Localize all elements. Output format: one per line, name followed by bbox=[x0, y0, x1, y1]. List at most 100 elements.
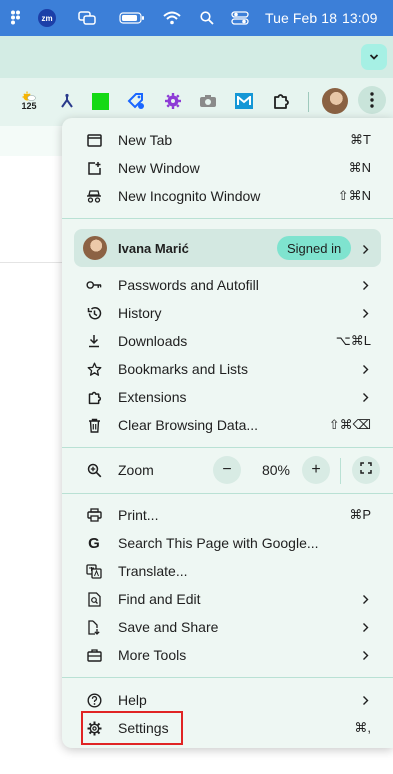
new-tab-icon bbox=[86, 132, 102, 148]
control-center-icon[interactable] bbox=[231, 10, 249, 26]
menubar-time[interactable]: 13:09 bbox=[342, 10, 378, 26]
profile-avatar[interactable] bbox=[322, 88, 348, 114]
green-extension-button[interactable] bbox=[89, 90, 111, 112]
download-icon bbox=[86, 333, 102, 349]
figma-icon[interactable] bbox=[9, 10, 23, 26]
zoom-app-icon[interactable]: zm bbox=[38, 9, 56, 27]
menu-item-label: New Incognito Window bbox=[118, 188, 261, 204]
screens-icon[interactable] bbox=[78, 10, 96, 26]
menu-item-save-and-share[interactable]: Save and Share bbox=[62, 613, 393, 641]
menu-item-help[interactable]: Help bbox=[62, 686, 393, 714]
spotlight-search-icon[interactable] bbox=[199, 10, 215, 26]
chevron-right-icon bbox=[361, 279, 369, 291]
wifi-icon[interactable] bbox=[163, 10, 181, 26]
chrome-menu-button[interactable] bbox=[358, 86, 386, 114]
page-divider bbox=[0, 262, 62, 263]
find-icon bbox=[86, 591, 102, 607]
zoom-in-button[interactable]: + bbox=[302, 456, 330, 484]
shortcut-text: ⌘N bbox=[348, 160, 371, 175]
chevron-right-icon bbox=[361, 649, 369, 661]
extensions-button[interactable] bbox=[270, 90, 292, 112]
help-icon bbox=[86, 692, 102, 708]
tab-search-button[interactable] bbox=[361, 44, 387, 70]
chevron-right-icon bbox=[361, 593, 369, 605]
tag-extension-button[interactable] bbox=[125, 90, 147, 112]
page-content-area bbox=[0, 126, 62, 156]
weather-extension-button[interactable]: 125 bbox=[17, 88, 41, 114]
menu-item-bookmarks-lists[interactable]: Bookmarks and Lists bbox=[62, 355, 393, 383]
signed-in-badge: Signed in bbox=[277, 236, 352, 260]
menu-item-downloads[interactable]: Downloads ⌥⌘L bbox=[62, 327, 393, 355]
chevron-right-icon bbox=[361, 621, 369, 633]
tab-strip bbox=[0, 36, 393, 78]
shortcut-text: ⌘, bbox=[354, 720, 371, 735]
menu-item-new-window[interactable]: New Window ⌘N bbox=[62, 154, 393, 182]
menu-divider bbox=[62, 218, 393, 219]
key-icon bbox=[86, 277, 102, 293]
puzzle-icon bbox=[86, 389, 102, 405]
menu-divider bbox=[62, 677, 393, 678]
camera-icon bbox=[200, 95, 216, 107]
purple-gear-icon bbox=[165, 93, 181, 109]
menu-item-clear-browsing-data[interactable]: Clear Browsing Data... ⇧⌘⌫ bbox=[62, 411, 393, 439]
chevron-right-icon bbox=[361, 307, 369, 319]
chevron-right-icon bbox=[361, 391, 369, 403]
menu-item-label: Save and Share bbox=[118, 619, 219, 635]
menu-item-label: Find and Edit bbox=[118, 591, 201, 607]
menu-item-translate[interactable]: Translate... bbox=[62, 557, 393, 585]
menu-item-label: Print... bbox=[118, 507, 159, 523]
menu-item-label: Bookmarks and Lists bbox=[118, 361, 248, 377]
google-icon: G bbox=[88, 534, 100, 552]
profile-avatar-small bbox=[83, 236, 107, 260]
shortcut-text: ⇧⌘N bbox=[337, 188, 371, 203]
incognito-icon bbox=[86, 188, 102, 204]
trash-icon bbox=[86, 417, 102, 433]
shortcut-text: ⇧⌘⌫ bbox=[328, 417, 371, 432]
menu-item-extensions[interactable]: Extensions bbox=[62, 383, 393, 411]
battery-icon[interactable] bbox=[118, 10, 146, 26]
zoom-out-button[interactable]: − bbox=[213, 456, 241, 484]
menu-item-new-incognito-window[interactable]: New Incognito Window ⇧⌘N bbox=[62, 182, 393, 210]
menu-item-new-tab[interactable]: New Tab ⌘T bbox=[62, 126, 393, 154]
menu-item-label: Search This Page with Google... bbox=[118, 535, 319, 551]
shortcut-text: ⌘P bbox=[349, 507, 371, 522]
menu-item-search-with-google[interactable]: G Search This Page with Google... bbox=[62, 529, 393, 557]
kebab-icon bbox=[370, 92, 374, 108]
menu-item-label: New Tab bbox=[118, 132, 173, 148]
tag-icon bbox=[127, 93, 144, 109]
menu-item-label: Translate... bbox=[118, 563, 188, 579]
shortcut-text: ⌘T bbox=[350, 132, 371, 147]
translate-icon bbox=[86, 563, 102, 579]
screenshot-extension-button[interactable] bbox=[197, 90, 219, 112]
profile-name: Ivana Marić bbox=[118, 241, 189, 256]
green-square-icon bbox=[91, 92, 109, 110]
chevron-right-icon bbox=[361, 363, 369, 375]
new-window-icon bbox=[86, 160, 102, 176]
fullscreen-button[interactable] bbox=[352, 456, 380, 484]
menu-item-label: History bbox=[118, 305, 162, 321]
menu-item-label: More Tools bbox=[118, 647, 187, 663]
fork-icon bbox=[61, 93, 73, 108]
settings-highlight-box bbox=[81, 711, 183, 745]
menu-item-print[interactable]: Print... ⌘P bbox=[62, 501, 393, 529]
puzzle-icon bbox=[274, 94, 289, 109]
profile-row[interactable]: Ivana Marić Signed in bbox=[74, 229, 381, 267]
zoom-magnifier-icon bbox=[86, 462, 102, 478]
menu-item-passwords-autofill[interactable]: Passwords and Autofill bbox=[62, 271, 393, 299]
history-icon bbox=[86, 305, 102, 321]
toolbar-separator bbox=[308, 92, 309, 112]
m-extension-button[interactable] bbox=[233, 90, 255, 112]
fork-extension-button[interactable] bbox=[56, 90, 78, 112]
menu-item-label: Clear Browsing Data... bbox=[118, 417, 259, 433]
chevron-down-icon bbox=[369, 48, 379, 66]
menu-item-find-and-edit[interactable]: Find and Edit bbox=[62, 585, 393, 613]
zoom-separator bbox=[340, 458, 341, 484]
save-share-icon bbox=[86, 619, 102, 635]
menu-item-history[interactable]: History bbox=[62, 299, 393, 327]
menubar-date[interactable]: Tue Feb 18 bbox=[265, 10, 337, 26]
zoom-label: Zoom bbox=[118, 462, 154, 478]
weather-badge: 125 bbox=[21, 101, 37, 111]
gear-extension-button[interactable] bbox=[162, 90, 184, 112]
menu-item-more-tools[interactable]: More Tools bbox=[62, 641, 393, 669]
print-icon bbox=[86, 507, 102, 523]
